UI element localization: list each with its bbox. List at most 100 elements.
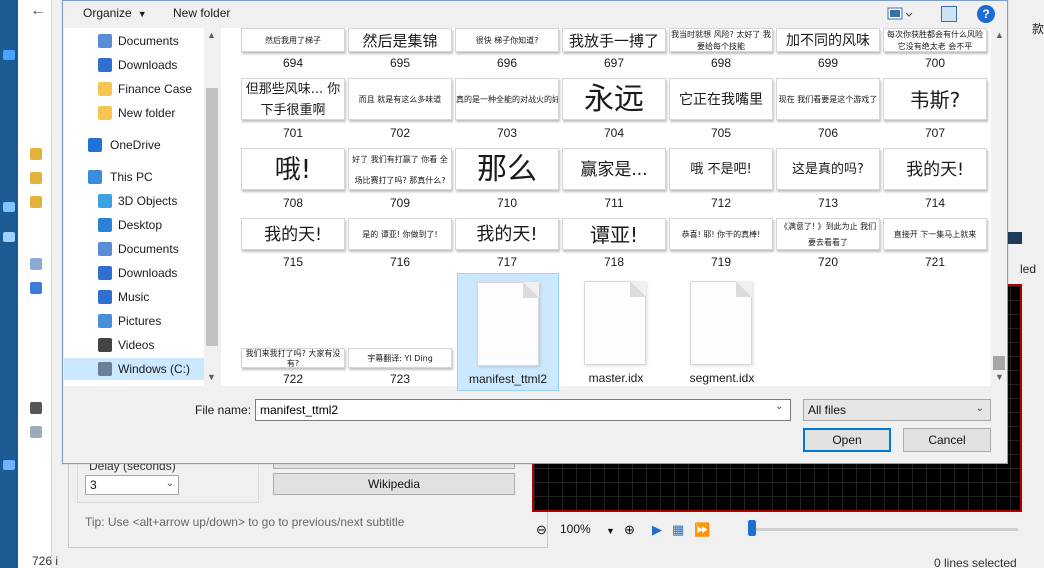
file-name-label: 699: [817, 56, 839, 70]
organize-label: Organize: [83, 6, 132, 20]
file-name-label: 705: [710, 126, 732, 140]
new-folder-button[interactable]: New folder: [173, 6, 230, 20]
file-name-label: 719: [710, 255, 732, 269]
preview-pane-button[interactable]: [941, 6, 957, 22]
nav-item[interactable]: Documents: [64, 30, 204, 52]
file-list-pane: 然后我用了梯子 694 然后是集锦 695 很快 梯子你知道? 696 我放手一搏了 697 我…: [221, 28, 1007, 391]
subtitle-thumbnail: 韦斯?: [883, 78, 987, 120]
file-list-scrollbar[interactable]: ▲ ▼: [991, 28, 1007, 386]
subtitle-thumbnail: 永远: [562, 78, 666, 120]
file-tile[interactable]: manifest_ttml2: [457, 273, 559, 391]
file-tile[interactable]: master.idx: [565, 273, 667, 391]
back-arrow-icon[interactable]: ←: [30, 2, 46, 20]
nav-item-label: This PC: [110, 170, 153, 184]
scroll-up-icon[interactable]: ▲: [207, 30, 216, 40]
navigation-pane: Documents Downloads Finance Case New folder…: [64, 28, 220, 386]
playback-slider-track[interactable]: [748, 528, 1018, 531]
nav-item[interactable]: 3D Objects: [64, 190, 204, 212]
file-name-label: 710: [496, 196, 518, 210]
chevron-down-icon[interactable]: ⌄: [775, 401, 783, 412]
right-top-text: 款: [1032, 22, 1044, 36]
fast-forward-icon[interactable]: ⏩: [694, 522, 710, 538]
file-name-label: 714: [924, 196, 946, 210]
file-name-label: 713: [817, 196, 839, 210]
scroll-down-icon[interactable]: ▼: [995, 372, 1004, 382]
nav-item[interactable]: Downloads: [64, 54, 204, 76]
lines-selected-status: 0 lines selected: [934, 556, 1017, 568]
downloads-icon: [98, 266, 112, 280]
organize-button[interactable]: Organize ▼: [83, 6, 147, 20]
subtitle-thumbnail: 《满意了! 》到此为止 我们要去看看了: [776, 218, 880, 250]
change-view-button[interactable]: [887, 6, 913, 22]
file-name-label: 696: [496, 56, 518, 70]
file-name-input[interactable]: [255, 399, 791, 421]
nav-item-label: Documents: [118, 34, 179, 48]
nav-item[interactable]: Finance Case: [64, 78, 204, 100]
subtitle-thumbnail: 真的是一种全能的对战火的好吧: [455, 78, 559, 120]
zoom-out-icon[interactable]: ⊖: [536, 522, 547, 538]
subtitle-thumbnail: 然后我用了梯子: [241, 28, 345, 52]
nav-item[interactable]: Windows (C:): [64, 358, 204, 380]
scroll-down-icon[interactable]: ▼: [207, 372, 216, 382]
nav-item[interactable]: Desktop: [64, 214, 204, 236]
nav-scrollbar[interactable]: ▲ ▼: [204, 28, 220, 386]
folder-icon: [30, 196, 42, 208]
help-button[interactable]: ?: [977, 5, 995, 23]
zoom-level[interactable]: 100%: [560, 522, 591, 536]
desktop-icon: [98, 218, 112, 232]
file-type-select[interactable]: All files ⌄: [803, 399, 991, 421]
nav-item[interactable]: Pictures: [64, 310, 204, 332]
subtitle-thumbnail: 我的天!: [455, 218, 559, 250]
nav-item[interactable]: Videos: [64, 334, 204, 356]
pin-icon: [3, 50, 15, 60]
nav-item-label: Desktop: [118, 218, 163, 232]
cancel-button[interactable]: Cancel: [903, 428, 991, 452]
this-pc-icon: [3, 232, 15, 242]
downloads-icon: [30, 282, 42, 294]
chevron-down-icon: ⌄: [975, 403, 984, 414]
file-tile-name: segment.idx: [689, 371, 755, 385]
nav-item[interactable]: New folder: [64, 102, 204, 124]
subtitle-thumbnail: 赢家是...: [562, 148, 666, 190]
open-button[interactable]: Open: [803, 428, 891, 452]
chevron-down-icon[interactable]: ▼: [606, 526, 615, 536]
nav-item-label: Music: [118, 290, 150, 304]
document-icon: [30, 258, 42, 270]
nav-item-label: Windows (C:): [118, 362, 191, 376]
nav-item[interactable]: Music: [64, 286, 204, 308]
subtitle-thumbnail: 很快 梯子你知道?: [455, 28, 559, 52]
scrollbar-thumb[interactable]: [206, 88, 218, 346]
nav-item-label: Downloads: [118, 58, 178, 72]
nav-item[interactable]: Documents: [64, 238, 204, 260]
right-panel-text: led: [1020, 262, 1037, 276]
play-icon[interactable]: ▶: [652, 522, 662, 538]
network-icon: [3, 460, 15, 470]
wikipedia-button[interactable]: Wikipedia: [273, 473, 515, 495]
scrollbar-thumb[interactable]: [993, 356, 1005, 370]
file-tile[interactable]: segment.idx: [671, 273, 773, 391]
desktop-background: [0, 0, 18, 568]
file-name-label: 702: [389, 126, 411, 140]
zoom-in-icon[interactable]: ⊕: [624, 522, 635, 538]
nav-item-label: Finance Case: [118, 82, 193, 96]
delay-select[interactable]: 3 ⌄: [85, 475, 179, 495]
background-nav-column: ←: [18, 0, 52, 568]
scroll-up-icon[interactable]: ▲: [995, 30, 1004, 40]
file-tile-name: manifest_ttml2: [468, 372, 548, 386]
subtitle-thumbnail: 我们来我打了吗? 大家有没有?: [241, 348, 345, 368]
file-name-label: 694: [282, 56, 304, 70]
nav-item[interactable]: Downloads: [64, 262, 204, 284]
subtitle-thumbnail: 加不同的风味: [776, 28, 880, 52]
subtitle-thumbnail: 这是真的吗?: [776, 148, 880, 190]
subtitle-thumbnail: 哦 不是吧!: [669, 148, 773, 190]
nav-item[interactable]: This PC: [64, 166, 204, 188]
this-pc-icon: [88, 170, 102, 184]
background-status-text: 726 i: [32, 554, 59, 568]
chevron-down-icon: ⌄: [165, 478, 174, 489]
tip-text: Tip: Use <alt+arrow up/down> to go to pr…: [85, 515, 405, 529]
nav-item[interactable]: OneDrive: [64, 134, 204, 156]
frames-icon[interactable]: ▦: [672, 522, 684, 538]
file-name-label: 697: [603, 56, 625, 70]
playback-slider-thumb[interactable]: [748, 520, 756, 536]
subtitle-thumbnail: 然后是集锦: [348, 28, 452, 52]
